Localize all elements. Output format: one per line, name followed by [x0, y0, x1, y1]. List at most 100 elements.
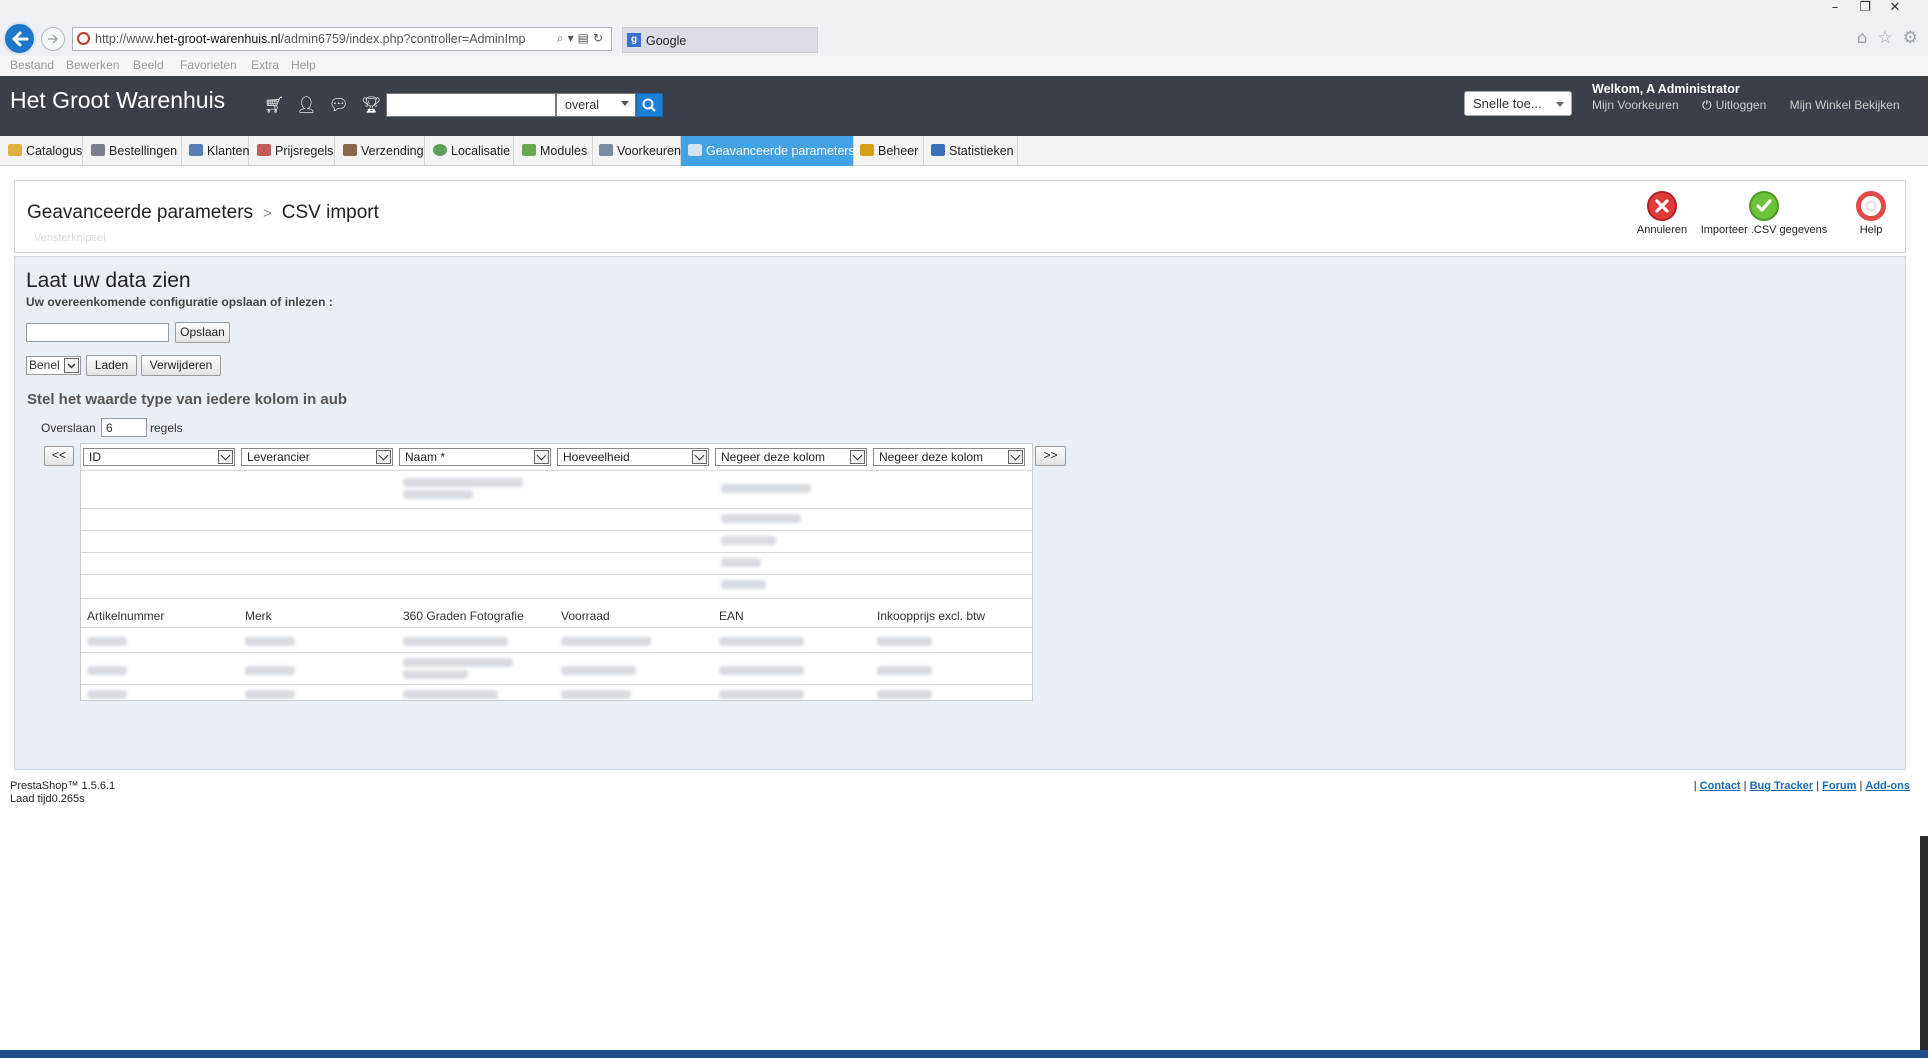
favorites-star-icon[interactable]: ☆: [1878, 28, 1893, 48]
tab-geavanceerde-parameters[interactable]: Geavanceerde parameters: [681, 136, 855, 166]
cancel-button[interactable]: Annuleren: [1632, 191, 1692, 236]
trophy-icon[interactable]: 🏆︎: [361, 95, 381, 114]
breadcrumb-current: CSV import: [281, 202, 379, 223]
tab-label: Statistieken: [949, 144, 1014, 158]
data-header-cell: EAN: [719, 609, 744, 623]
search-input[interactable]: [386, 93, 556, 117]
main-menu-tabs: Catalogus Bestellingen Klanten Prijsrege…: [0, 136, 1928, 166]
back-button[interactable]: [3, 22, 36, 55]
blurred-cell: [721, 514, 801, 523]
addons-link[interactable]: Add-ons: [1865, 780, 1910, 792]
column-type-select[interactable]: Negeer deze kolom: [715, 448, 867, 466]
tab-modules[interactable]: Modules: [514, 136, 593, 166]
column-type-select[interactable]: ID: [83, 448, 235, 466]
menu-favorites[interactable]: Favorieten: [180, 58, 237, 72]
browser-menubar: Bestand Bewerken Beeld Favorieten Extra …: [0, 56, 1928, 76]
config-select[interactable]: Benel: [26, 356, 81, 375]
shop-name[interactable]: Het Groot Warenhuis: [10, 87, 225, 114]
tab-voorkeuren[interactable]: Voorkeuren: [593, 136, 681, 166]
column-type-title: Stel het waarde type van iedere kolom in…: [27, 391, 348, 408]
search-icon[interactable]: ⌕: [557, 31, 568, 45]
data-header-cell: Inkoopprijs excl. btw: [877, 609, 986, 623]
tab-statistieken[interactable]: Statistieken: [924, 136, 1018, 166]
tab-klanten[interactable]: Klanten: [182, 136, 249, 166]
column-type-select[interactable]: Leverancier: [241, 448, 393, 466]
menu-file[interactable]: Bestand: [10, 58, 54, 72]
page-toolbar: Geavanceerde parameters > CSV import Annul…: [14, 180, 1906, 253]
tab-prijsregels[interactable]: Prijsregels: [249, 136, 335, 166]
load-time-text: Laad tijd0.265s: [10, 793, 85, 805]
skip-rows-suffix: regels: [150, 421, 183, 435]
dropdown-icon[interactable]: ▾: [568, 31, 578, 45]
menu-help[interactable]: Help: [291, 58, 316, 72]
scrollbar-thumb[interactable]: [1920, 836, 1928, 1058]
logout-link[interactable]: Uitloggen: [1716, 98, 1767, 112]
load-button[interactable]: Laden: [86, 355, 137, 376]
refresh-icon[interactable]: ↻: [593, 31, 607, 45]
wrench-icon: [688, 144, 702, 156]
browser-tab-label: Google: [646, 34, 687, 48]
column-type-value: Naam *: [405, 450, 446, 464]
import-csv-button[interactable]: Importeer .CSV gegevens: [1699, 191, 1829, 236]
menu-edit[interactable]: Bewerken: [66, 58, 119, 72]
data-header-cell: Voorraad: [561, 609, 610, 623]
tab-verzending[interactable]: Verzending: [335, 136, 425, 166]
tab-beheer[interactable]: Beheer: [854, 136, 924, 166]
data-header-cell: Merk: [245, 609, 272, 623]
forum-link[interactable]: Forum: [1822, 780, 1856, 792]
delete-button[interactable]: Verwijderen: [141, 355, 221, 376]
config-name-input[interactable]: [26, 323, 169, 342]
tab-localisatie[interactable]: Localisatie: [425, 136, 514, 166]
skip-rows-input[interactable]: 6: [101, 418, 147, 437]
browser-toolbar: http://www.het-groot-warenhuis.nl/admin6…: [0, 0, 1928, 56]
row-divider: [81, 508, 1032, 509]
column-type-value: ID: [89, 450, 101, 464]
bug-tracker-link[interactable]: Bug Tracker: [1750, 780, 1814, 792]
ghost-overlay-label: Vensterknipsel: [34, 232, 106, 244]
tab-label: Klanten: [207, 144, 250, 158]
cancel-icon: [1647, 191, 1677, 221]
row-divider: [81, 552, 1032, 553]
url-domain: het-groot-warenhuis.nl: [156, 32, 281, 46]
address-bar[interactable]: http://www.het-groot-warenhuis.nl/admin6…: [72, 27, 612, 51]
help-button[interactable]: Help: [1851, 191, 1891, 236]
close-icon[interactable]: ✕: [1880, 0, 1910, 15]
os-taskbar: [0, 1050, 1928, 1058]
tab-catalogus[interactable]: Catalogus: [0, 136, 83, 166]
save-button[interactable]: Opslaan: [175, 322, 230, 343]
user-icon: [189, 144, 203, 156]
menu-tools[interactable]: Extra: [251, 58, 279, 72]
truck-icon: [343, 144, 357, 156]
home-icon[interactable]: ⌂: [1857, 28, 1868, 48]
data-header-cell: Artikelnummer: [87, 609, 165, 623]
column-type-select[interactable]: Naam *: [399, 448, 551, 466]
view-shop-link[interactable]: Mijn Winkel Bekijken: [1790, 98, 1900, 112]
forward-button[interactable]: [41, 27, 65, 51]
column-type-select[interactable]: Negeer deze kolom: [873, 448, 1025, 466]
restore-icon[interactable]: ❐: [1850, 0, 1880, 15]
site-icon: [77, 32, 90, 45]
search-button[interactable]: [636, 93, 663, 117]
minimize-icon[interactable]: –: [1820, 0, 1850, 15]
contact-link[interactable]: Contact: [1700, 780, 1741, 792]
next-columns-button[interactable]: >>: [1035, 446, 1066, 466]
compat-icon[interactable]: ▤: [578, 31, 593, 45]
column-type-select[interactable]: Hoeveelheid: [557, 448, 709, 466]
chevron-down-icon: [621, 101, 629, 106]
breadcrumb-section[interactable]: Geavanceerde parameters: [27, 202, 253, 223]
browser-tab-google[interactable]: g Google: [622, 27, 818, 53]
messages-icon[interactable]: 💬︎: [329, 95, 349, 114]
settings-gear-icon[interactable]: ⚙: [1903, 28, 1918, 48]
orders-cart-icon[interactable]: 🛒︎: [264, 95, 284, 114]
tab-bestellingen[interactable]: Bestellingen: [83, 136, 182, 166]
previous-columns-button[interactable]: <<: [44, 446, 74, 466]
admin-header: Het Groot Warenhuis 🛒︎ 👤︎ 💬︎ 🏆︎ overal Snel…: [0, 76, 1928, 136]
tab-label: Geavanceerde parameters: [706, 144, 855, 158]
tab-label: Beheer: [878, 144, 919, 158]
quick-access-select[interactable]: Snelle toe...: [1464, 91, 1572, 116]
customers-icon[interactable]: 👤︎: [296, 95, 316, 114]
my-preferences-link[interactable]: Mijn Voorkeuren: [1592, 98, 1679, 112]
search-scope-select[interactable]: overal: [556, 93, 636, 117]
menu-view[interactable]: Beeld: [133, 58, 164, 72]
tab-label: Catalogus: [26, 144, 83, 158]
